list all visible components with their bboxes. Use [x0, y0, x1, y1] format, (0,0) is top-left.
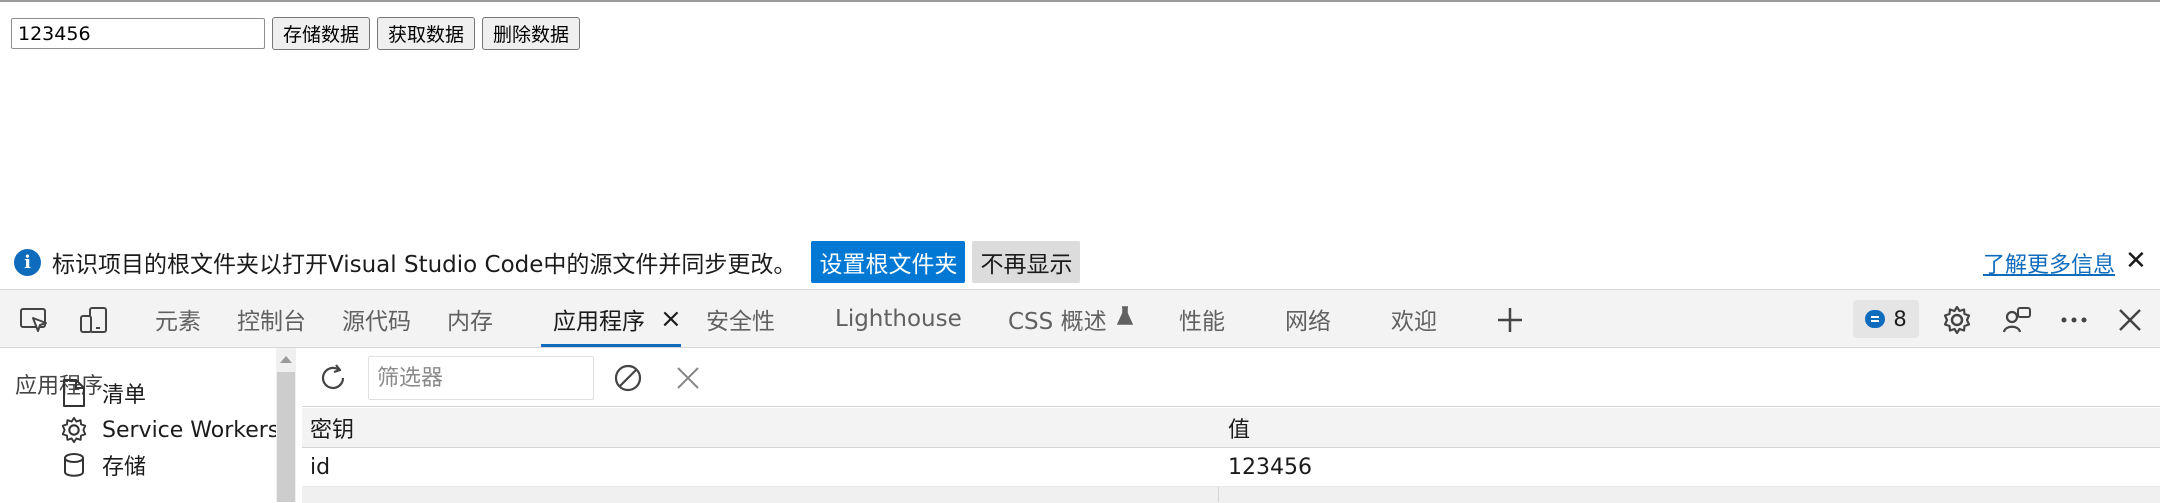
- storage-toolbar: [302, 348, 2160, 407]
- delete-data-button[interactable]: 删除数据: [482, 17, 581, 50]
- gear-icon: [58, 414, 90, 446]
- tab-performance[interactable]: 性能: [1179, 290, 1225, 347]
- set-root-folder-button[interactable]: 设置根文件夹: [811, 241, 966, 283]
- settings-gear-icon[interactable]: [1941, 304, 1973, 336]
- column-header-value[interactable]: 值: [1228, 408, 1250, 447]
- storage-panel: 密钥 值 id 123456: [302, 348, 2160, 503]
- delete-selected-icon[interactable]: [671, 361, 705, 395]
- sidebar-item-label: Service Workers: [102, 417, 280, 443]
- tab-welcome[interactable]: 欢迎: [1391, 290, 1437, 347]
- issues-count: 8: [1893, 307, 1907, 331]
- table-row[interactable]: id 123456: [302, 448, 2160, 487]
- tab-application[interactable]: 应用程序: [541, 290, 681, 347]
- feedback-icon[interactable]: [2001, 304, 2033, 336]
- root-folder-infobar: i 标识项目的根文件夹以打开Visual Studio Code中的源文件并同步…: [0, 236, 2160, 288]
- row-key-cell: id: [310, 454, 331, 480]
- info-icon: i: [14, 248, 41, 276]
- tab-application-close-icon[interactable]: ×: [660, 290, 682, 347]
- infobar-close-icon[interactable]: ✕: [2125, 246, 2147, 276]
- filter-input[interactable]: [368, 356, 594, 400]
- application-sidebar: 应用程序 清单 Service Workers 存储: [0, 348, 296, 502]
- empty-table-row: [302, 487, 2160, 503]
- scrollbar-thumb[interactable]: [277, 372, 295, 502]
- experimental-flask-icon: [1116, 305, 1133, 332]
- learn-more-link[interactable]: 了解更多信息: [1983, 247, 2115, 279]
- scroll-up-arrow-icon[interactable]: [280, 356, 292, 363]
- row-value-cell: 123456: [1228, 454, 1312, 480]
- tab-css-overview-label: CSS 概述: [1008, 308, 1107, 335]
- dont-show-again-button[interactable]: 不再显示: [972, 241, 1081, 283]
- sidebar-item-label: 清单: [102, 383, 147, 408]
- devtools-toolbar: 元素 控制台 源代码 内存 应用程序 × 安全性 Lighthouse CSS …: [0, 289, 2160, 348]
- storage-table: 密钥 值 id 123456: [302, 408, 2160, 503]
- data-input[interactable]: [11, 18, 265, 49]
- sidebar-item-storage[interactable]: 存储: [58, 448, 146, 482]
- tab-network[interactable]: 网络: [1285, 290, 1331, 347]
- tab-elements[interactable]: 元素: [155, 290, 201, 347]
- tab-css-overview[interactable]: CSS 概述: [1008, 290, 1133, 347]
- tab-lighthouse[interactable]: Lighthouse: [835, 290, 962, 347]
- issues-counter-button[interactable]: 8: [1853, 300, 1919, 338]
- tab-memory[interactable]: 内存: [447, 290, 493, 347]
- table-header: 密钥 值: [302, 408, 2160, 448]
- device-emulation-icon[interactable]: [78, 304, 110, 336]
- window-top-border: [0, 0, 2160, 2]
- sidebar-item-service-workers[interactable]: Service Workers: [58, 413, 279, 447]
- clear-all-icon[interactable]: [611, 361, 645, 395]
- sidebar-item-label: 存储: [102, 455, 147, 480]
- more-options-icon[interactable]: [2058, 304, 2090, 336]
- infobar-message: 标识项目的根文件夹以打开Visual Studio Code中的源文件并同步更改…: [52, 252, 797, 278]
- tab-console[interactable]: 控制台: [237, 290, 306, 347]
- refresh-icon[interactable]: [316, 361, 350, 395]
- issues-icon: [1865, 310, 1886, 328]
- page-controls: 存储数据 获取数据 删除数据: [11, 17, 581, 50]
- tab-sources[interactable]: 源代码: [342, 290, 411, 347]
- get-data-button[interactable]: 获取数据: [377, 17, 476, 50]
- sidebar-scrollbar[interactable]: [276, 348, 296, 502]
- store-data-button[interactable]: 存储数据: [272, 17, 371, 50]
- tab-security[interactable]: 安全性: [706, 290, 775, 347]
- add-tab-icon[interactable]: [1494, 304, 1526, 336]
- close-devtools-icon[interactable]: [2114, 304, 2146, 336]
- inspect-element-icon[interactable]: [18, 304, 50, 336]
- document-icon: [58, 377, 90, 409]
- sidebar-item-manifest[interactable]: 清单: [58, 376, 146, 410]
- column-header-key[interactable]: 密钥: [310, 408, 354, 447]
- database-icon: [58, 449, 90, 481]
